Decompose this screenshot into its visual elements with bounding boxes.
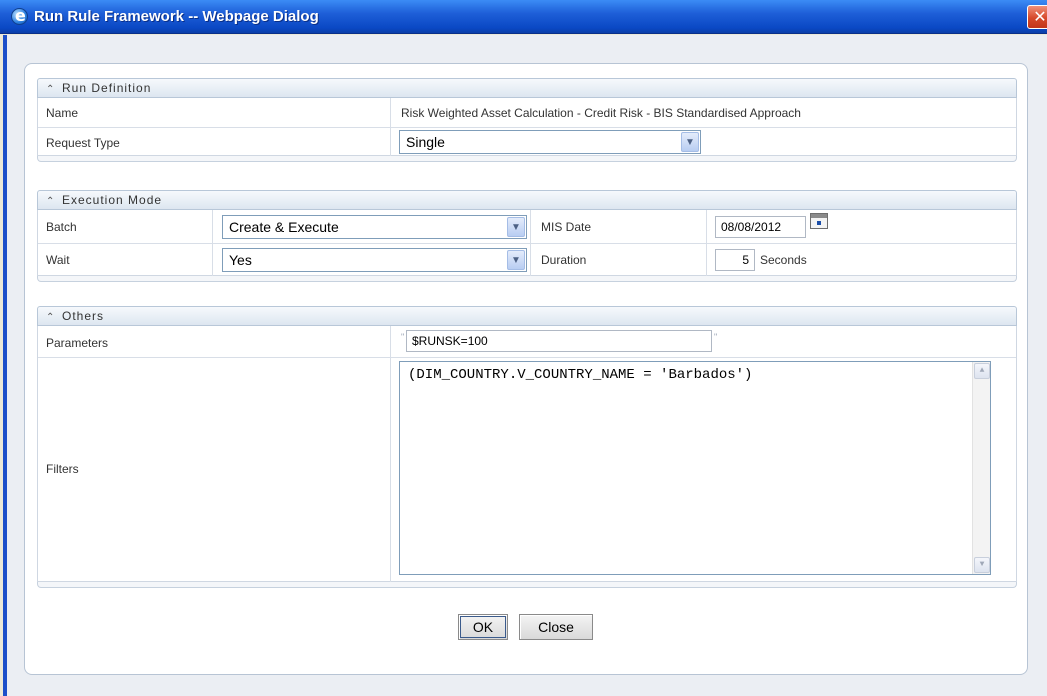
request-type-row: Request Type Single ▼ <box>38 128 1016 156</box>
calendar-icon[interactable] <box>810 213 828 229</box>
parameters-input[interactable]: $RUNSK=100 <box>406 330 712 352</box>
duration-label: Duration <box>541 253 587 267</box>
chevron-double-up-icon[interactable]: ⌃ <box>46 192 58 211</box>
parameters-row: Parameters " $RUNSK=100 " <box>38 326 1016 358</box>
duration-unit: Seconds <box>760 253 807 267</box>
batch-value: Create & Execute <box>229 219 339 235</box>
chevron-down-icon[interactable]: ▼ <box>507 250 525 270</box>
others-title: Others <box>62 309 105 323</box>
parameters-label: Parameters <box>46 336 109 350</box>
close-button[interactable]: Close <box>519 614 593 640</box>
execution-mode-title: Execution Mode <box>62 193 163 207</box>
dialog-body: ⌃ Run Definition Name Risk Weighted Asset… <box>3 35 1047 696</box>
chevron-double-up-icon[interactable]: ⌃ <box>46 308 58 327</box>
request-type-select[interactable]: Single ▼ <box>399 130 701 154</box>
ie-icon <box>11 6 28 25</box>
run-definition-header[interactable]: ⌃ Run Definition <box>37 78 1017 98</box>
batch-row: Batch Create & Execute ▼ MIS Date 08/08/… <box>38 210 1016 244</box>
batch-label: Batch <box>46 220 77 234</box>
filters-label: Filters <box>46 462 79 476</box>
duration-input[interactable]: 5 <box>715 249 755 271</box>
main-panel: ⌃ Run Definition Name Risk Weighted Asset… <box>24 63 1028 675</box>
ok-button[interactable]: OK <box>458 614 508 640</box>
run-definition-grid: Name Risk Weighted Asset Calculation - C… <box>37 98 1017 156</box>
name-value: Risk Weighted Asset Calculation - Credit… <box>401 106 801 120</box>
name-row: Name Risk Weighted Asset Calculation - C… <box>38 98 1016 128</box>
wait-select[interactable]: Yes ▼ <box>222 248 527 272</box>
filters-value: (DIM_COUNTRY.V_COUNTRY_NAME = 'Barbados'… <box>408 367 753 383</box>
scroll-up-icon[interactable]: ▲ <box>974 363 990 379</box>
mis-date-input[interactable]: 08/08/2012 <box>715 216 806 238</box>
others-grid: Parameters " $RUNSK=100 " Filters (DIM_C… <box>37 326 1017 582</box>
chevron-double-up-icon[interactable]: ⌃ <box>46 80 58 99</box>
mis-date-label: MIS Date <box>541 220 592 234</box>
wait-value: Yes <box>229 252 252 268</box>
wait-label: Wait <box>46 253 70 267</box>
filters-textarea[interactable]: (DIM_COUNTRY.V_COUNTRY_NAME = 'Barbados'… <box>399 361 991 575</box>
name-label: Name <box>46 106 79 120</box>
window-close-button[interactable]: ✕ <box>1027 5 1047 29</box>
filters-row: Filters (DIM_COUNTRY.V_COUNTRY_NAME = 'B… <box>38 358 1016 582</box>
execution-mode-header[interactable]: ⌃ Execution Mode <box>37 190 1017 210</box>
scroll-down-icon[interactable]: ▼ <box>974 557 990 573</box>
request-type-label: Request Type <box>46 136 120 150</box>
chevron-down-icon[interactable]: ▼ <box>681 132 699 152</box>
execution-mode-grid: Batch Create & Execute ▼ MIS Date 08/08/… <box>37 210 1017 276</box>
dialog-title-bar[interactable]: Run Rule Framework -- Webpage Dialog ✕ <box>0 0 1047 34</box>
request-type-value: Single <box>406 134 445 150</box>
others-header[interactable]: ⌃ Others <box>37 306 1017 326</box>
wait-row: Wait Yes ▼ Duration 5 Seconds <box>38 244 1016 276</box>
batch-select[interactable]: Create & Execute ▼ <box>222 215 527 239</box>
run-definition-title: Run Definition <box>62 81 152 95</box>
chevron-down-icon[interactable]: ▼ <box>507 217 525 237</box>
filters-scrollbar[interactable]: ▲ ▼ <box>972 362 990 574</box>
dialog-title: Run Rule Framework -- Webpage Dialog <box>34 8 319 25</box>
